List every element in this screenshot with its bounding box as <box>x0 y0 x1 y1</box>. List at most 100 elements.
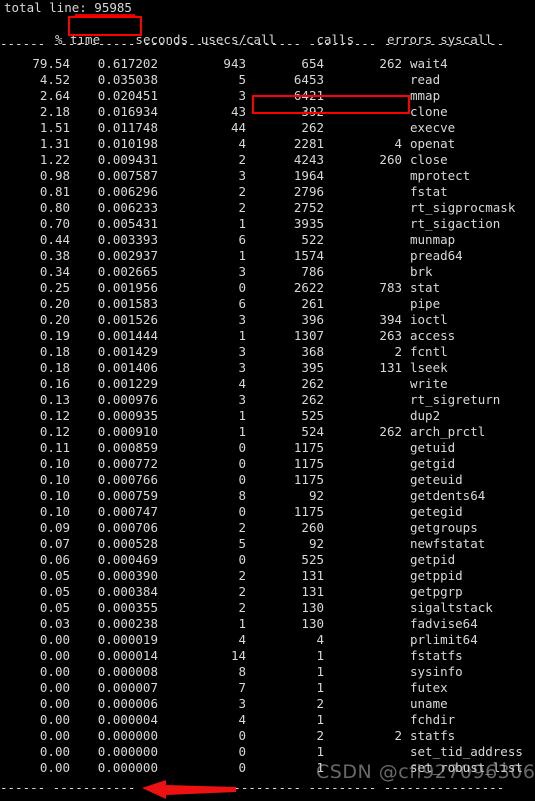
cell-syscall-name: pipe <box>410 296 441 311</box>
cell-usecs-per-call: 5 <box>238 536 246 551</box>
cell-seconds: 0.000706 <box>97 520 158 535</box>
cell-seconds: 0.001956 <box>97 280 158 295</box>
cell-syscall-name: uname <box>410 696 448 711</box>
cell-syscall-name: mprotect <box>410 168 471 183</box>
cell-calls: 525 <box>301 552 324 567</box>
cell-calls: 2281 <box>293 136 324 151</box>
cell-pct-time: 0.12 <box>39 424 70 439</box>
cell-syscall-name: openat <box>410 136 456 151</box>
cell-seconds: 0.001229 <box>97 376 158 391</box>
cell-seconds: 0.009431 <box>97 152 158 167</box>
cell-errors: 4 <box>394 136 402 151</box>
cell-syscall-name: getgroups <box>410 520 478 535</box>
cell-calls: 6421 <box>293 88 324 103</box>
cell-syscall-name: sysinfo <box>410 664 463 679</box>
cell-usecs-per-call: 6 <box>238 232 246 247</box>
table-row: 0.00 0.000014 14 1 fstatfs <box>0 648 535 664</box>
cell-pct-time: 0.00 <box>39 744 70 759</box>
cell-seconds: 0.000000 <box>97 744 158 759</box>
cell-usecs-per-call: 2 <box>238 184 246 199</box>
cell-seconds: 0.000384 <box>97 584 158 599</box>
cell-usecs-per-call: 7 <box>238 680 246 695</box>
table-row: 0.05 0.000390 2 131 getppid <box>0 568 535 584</box>
cell-calls: 4243 <box>293 152 324 167</box>
cell-calls: 6453 <box>293 72 324 87</box>
cell-seconds: 0.000004 <box>97 712 158 727</box>
cell-usecs-per-call: 3 <box>238 264 246 279</box>
cell-usecs-per-call: 6 <box>238 296 246 311</box>
cell-pct-time: 1.31 <box>39 136 70 151</box>
table-row: 0.11 0.000859 0 1175 getuid <box>0 440 535 456</box>
cell-seconds: 0.000469 <box>97 552 158 567</box>
cell-syscall-name: getpgrp <box>410 584 463 599</box>
cell-pct-time: 0.12 <box>39 408 70 423</box>
table-row: 0.20 0.001526 3 396 394 ioctl <box>0 312 535 328</box>
cell-syscall-name: execve <box>410 120 456 135</box>
cell-usecs-per-call: 3 <box>238 88 246 103</box>
cell-calls: 2796 <box>293 184 324 199</box>
cell-errors: 263 <box>379 328 402 343</box>
cell-syscall-name: geteuid <box>410 472 463 487</box>
cell-calls: 262 <box>301 120 324 135</box>
cell-usecs-per-call: 8 <box>238 488 246 503</box>
cell-seconds: 0.000390 <box>97 568 158 583</box>
cell-syscall-name: getegid <box>410 504 463 519</box>
table-row: 0.00 0.000019 4 4 prlimit64 <box>0 632 535 648</box>
cell-usecs-per-call: 2 <box>238 584 246 599</box>
cell-pct-time: 0.20 <box>39 296 70 311</box>
table-row: 1.31 0.010198 4 2281 4 openat <box>0 136 535 152</box>
table-row: 0.10 0.000747 0 1175 getegid <box>0 504 535 520</box>
table-row: 0.12 0.000935 1 525 dup2 <box>0 408 535 424</box>
cell-seconds: 0.000019 <box>97 632 158 647</box>
table-row: 0.06 0.000469 0 525 getpid <box>0 552 535 568</box>
cell-pct-time: 0.80 <box>39 200 70 215</box>
cell-seconds: 0.000355 <box>97 600 158 615</box>
cell-syscall-name: arch_prctl <box>410 424 486 439</box>
cell-usecs-per-call: 3 <box>238 312 246 327</box>
cell-pct-time: 0.00 <box>39 632 70 647</box>
table-separator-bottom: ------ ----------- ----------- ---------… <box>0 780 505 795</box>
cell-seconds: 0.000772 <box>97 456 158 471</box>
cell-seconds: 0.001429 <box>97 344 158 359</box>
cell-seconds: 0.006296 <box>97 184 158 199</box>
cell-syscall-name: getdents64 <box>410 488 486 503</box>
cell-pct-time: 0.70 <box>39 216 70 231</box>
cell-pct-time: 0.05 <box>39 568 70 583</box>
cell-calls: 1175 <box>293 504 324 519</box>
cell-pct-time: 0.00 <box>39 712 70 727</box>
cell-calls: 1 <box>316 664 324 679</box>
cell-calls: 1964 <box>293 168 324 183</box>
cell-seconds: 0.000759 <box>97 488 158 503</box>
cell-pct-time: 0.10 <box>39 504 70 519</box>
cell-pct-time: 0.05 <box>39 600 70 615</box>
cell-calls: 522 <box>301 232 324 247</box>
table-row: 0.10 0.000772 0 1175 getgid <box>0 456 535 472</box>
cell-pct-time: 0.00 <box>39 696 70 711</box>
cell-syscall-name: rt_sigprocmask <box>410 200 516 215</box>
cell-seconds: 0.020451 <box>97 88 158 103</box>
cell-seconds: 0.035038 <box>97 72 158 87</box>
cell-pct-time: 0.20 <box>39 312 70 327</box>
cell-seconds: 0.000014 <box>97 648 158 663</box>
cell-usecs-per-call: 3 <box>238 360 246 375</box>
cell-pct-time: 0.06 <box>39 552 70 567</box>
cell-pct-time: 0.13 <box>39 392 70 407</box>
cell-calls: 2622 <box>293 280 324 295</box>
cell-syscall-name: clone <box>410 104 448 119</box>
cell-pct-time: 0.11 <box>39 440 70 455</box>
cell-seconds: 0.000976 <box>97 392 158 407</box>
cell-errors: 131 <box>379 360 402 375</box>
cell-calls: 1 <box>316 680 324 695</box>
cell-usecs-per-call: 0 <box>238 456 246 471</box>
table-row: 0.13 0.000976 3 262 rt_sigreturn <box>0 392 535 408</box>
table-row: 0.70 0.005431 1 3935 rt_sigaction <box>0 216 535 232</box>
table-row: 79.54 0.617202 943 654 262 wait4 <box>0 56 535 72</box>
cell-calls: 1 <box>316 744 324 759</box>
cell-seconds: 0.002937 <box>97 248 158 263</box>
cell-calls: 2 <box>316 728 324 743</box>
cell-usecs-per-call: 1 <box>238 616 246 631</box>
table-row: 4.52 0.035038 5 6453 read <box>0 72 535 88</box>
cell-pct-time: 0.03 <box>39 616 70 631</box>
table-row: 0.81 0.006296 2 2796 fstat <box>0 184 535 200</box>
cell-usecs-per-call: 1 <box>238 216 246 231</box>
